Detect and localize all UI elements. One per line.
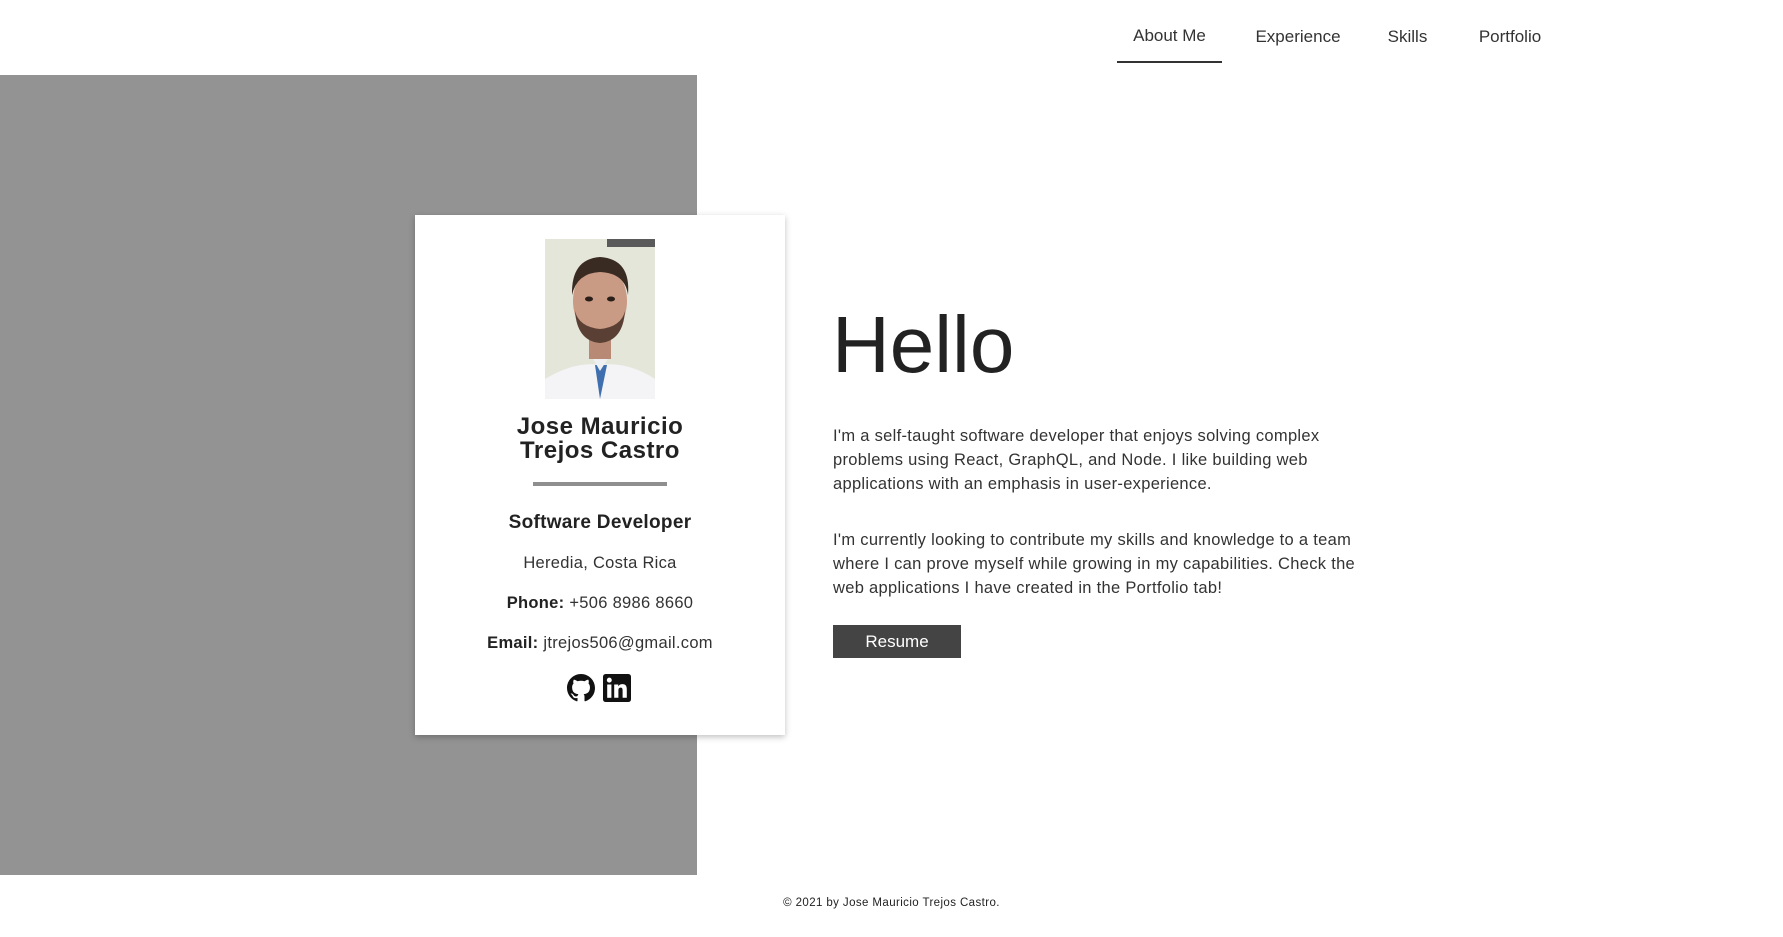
footer: © 2021 by Jose Mauricio Trejos Castro. [0, 897, 1783, 909]
profile-card: Jose Mauricio Trejos Castro Software Dev… [415, 215, 785, 735]
top-navigation: About Me Experience Skills Portfolio [0, 0, 1783, 75]
nav-about-me[interactable]: About Me [1117, 0, 1222, 63]
job-title: Software Developer [508, 512, 692, 533]
hello-heading: Hello [832, 300, 1015, 389]
social-links [567, 674, 637, 704]
email-line: Email: jtrejos506@gmail.com [415, 634, 785, 653]
profile-photo [545, 239, 655, 399]
linkedin-icon[interactable] [603, 674, 631, 702]
intro-paragraph: I'm a self-taught software developer tha… [833, 427, 1320, 493]
resume-button[interactable]: Resume [833, 625, 961, 658]
nav-skills[interactable]: Skills [1375, 0, 1440, 63]
email-label: Email: [487, 634, 539, 652]
profile-name: Jose Mauricio Trejos Castro [415, 415, 785, 463]
divider [533, 482, 667, 486]
phone-label: Phone: [506, 594, 565, 612]
phone-line: Phone: +506 8986 8660 [415, 594, 785, 613]
nav-experience[interactable]: Experience [1238, 0, 1358, 63]
nav-portfolio[interactable]: Portfolio [1460, 0, 1560, 63]
profile-name-line2: Trejos Castro [520, 437, 680, 464]
email-value: jtrejos506@gmail.com [543, 634, 713, 652]
github-icon[interactable] [567, 674, 595, 702]
location: Heredia, Costa Rica [523, 554, 677, 572]
goals-paragraph: I'm currently looking to contribute my s… [833, 531, 1356, 597]
footer-copyright: © 2021 by Jose Mauricio Trejos Castro. [783, 897, 1000, 909]
profile-name-line1: Jose Mauricio [516, 413, 684, 440]
phone-value: +506 8986 8660 [569, 594, 694, 612]
